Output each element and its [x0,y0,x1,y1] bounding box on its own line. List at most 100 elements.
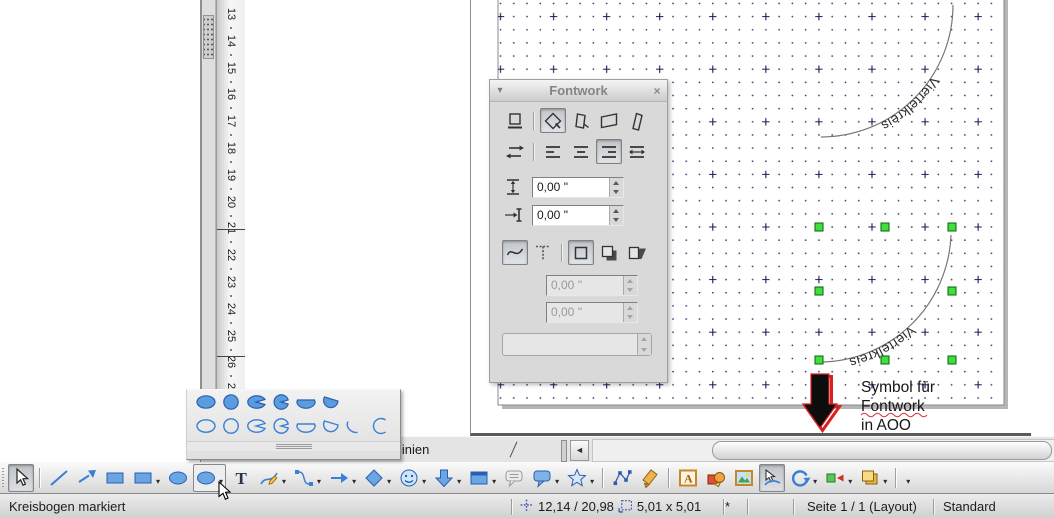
fontwork-orientation-button[interactable] [502,139,528,164]
dropdown-arrow-icon[interactable]: ▾ [590,477,594,486]
dropdown-arrow-icon[interactable]: ▾ [422,477,426,486]
selection-handle[interactable] [815,287,823,295]
curve-tool[interactable]: ▾ [256,464,289,492]
splitter-grip[interactable] [203,15,214,59]
dropdown-arrow-icon[interactable]: ▾ [387,477,391,486]
dropdown-arrow-icon[interactable]: ▾ [883,477,887,486]
rectangle-shapes-tool[interactable]: ▾ [130,464,163,492]
ruler-tick [230,375,232,377]
glue-points-tool[interactable] [637,464,663,492]
selection-handle[interactable] [948,223,956,231]
dropdown-arrow-icon[interactable]: ▾ [352,477,356,486]
selection-handle[interactable] [815,356,823,364]
horizontal-scrollbar-thumb[interactable] [712,441,1052,460]
overflow-tool[interactable]: ▾ [902,464,913,492]
fontwork-shadow-slant-button[interactable] [624,240,650,265]
circles-ovals-palette[interactable] [186,389,401,460]
fontwork-slant-vertical-button[interactable] [624,108,650,133]
selection-handle[interactable] [948,356,956,364]
dropdown-arrow-icon[interactable]: ▾ [282,477,286,486]
fontwork-align-left-button[interactable] [540,139,566,164]
fontwork-distance-input[interactable]: 0,00 " [532,177,624,198]
callout-tool[interactable] [501,464,527,492]
ellipse-unfilled-shape-button[interactable] [193,417,218,436]
fontwork-shadow-vertical-button[interactable] [596,240,622,265]
block-arrows-tool[interactable]: ▾ [431,464,464,492]
fontwork-panel-titlebar[interactable]: ▾ Fontwork × [490,80,667,102]
fontwork-off-button[interactable] [502,108,528,133]
line-tool[interactable] [46,464,72,492]
indent-spinner[interactable] [609,206,623,225]
dropdown-arrow-icon[interactable]: ▾ [457,477,461,486]
panel-collapse-icon[interactable]: ▾ [490,85,510,96]
fontwork-slant-horizontal-button[interactable] [596,108,622,133]
status-modified-flag: * [725,499,747,514]
status-page-style[interactable]: Standard [935,499,1054,514]
fontwork-indent-input[interactable]: 0,00 " [532,205,624,226]
circle-segment-shape-button[interactable] [318,393,343,412]
circle-pie-unfilled-shape-button[interactable] [268,417,293,436]
fontwork-autosize-button[interactable] [624,139,650,164]
status-page-info[interactable]: Seite 1 / 1 (Layout) [795,499,933,514]
tab-scroll-left-button[interactable]: ◄ [570,440,589,461]
extrusion-tool[interactable] [703,464,729,492]
line-arrow-end-tool[interactable] [74,464,100,492]
fontwork-shadow-off-button[interactable] [568,240,594,265]
selection-handle[interactable] [881,223,889,231]
fontwork-align-right-button[interactable] [596,139,622,164]
connector-tool[interactable]: ▾ [291,464,324,492]
circle-segment-unfilled-shape-button[interactable] [318,417,343,436]
distance-spinner[interactable] [609,178,623,197]
effects-tool[interactable] [759,464,785,492]
flowcharts-tool[interactable]: ▾ [466,464,499,492]
panel-close-icon[interactable]: × [647,84,667,98]
basic-shapes-tool[interactable]: ▾ [361,464,394,492]
arrange-tool[interactable]: ▾ [857,464,890,492]
fontwork-align-center-button[interactable] [568,139,594,164]
fontwork-upright-button[interactable] [568,108,594,133]
selection-handle[interactable] [881,356,889,364]
ellipse-tool[interactable] [165,464,191,492]
fontwork-contour-button[interactable] [502,240,528,265]
rectangle-tool[interactable] [102,464,128,492]
symbol-shapes-tool[interactable]: ▾ [396,464,429,492]
circle-arc-shape-button[interactable] [368,417,393,436]
callouts-tool[interactable]: ▾ [529,464,562,492]
edit-points-tool[interactable] [609,464,635,492]
dropdown-arrow-icon[interactable]: ▾ [906,477,910,486]
ellipse-pie-unfilled-shape-button[interactable] [243,417,268,436]
status-position-size[interactable]: 12,14 / 20,98 5,01 x 5,01 [513,498,723,516]
fontwork-panel[interactable]: ▾ Fontwork × 0,00 " [489,79,668,383]
stars-tool[interactable]: ▾ [564,464,597,492]
fontwork-text-contour-button[interactable] [530,240,556,265]
circle-unfilled-shape-button[interactable] [218,417,243,436]
ellipse-segment-unfilled-shape-button[interactable] [293,417,318,436]
dropdown-arrow-icon[interactable]: ▾ [317,477,321,486]
circle-shape-button[interactable] [218,393,243,412]
alignment-tool[interactable]: ▾ [822,464,855,492]
selection-handle[interactable] [948,287,956,295]
selection-handle[interactable] [815,223,823,231]
dropdown-arrow-icon[interactable]: ▾ [555,477,559,486]
palette-drag-handle[interactable] [187,441,400,451]
arc-shape-button[interactable] [343,417,368,436]
ellipse-shape-button[interactable] [193,393,218,412]
select-tool[interactable] [8,464,34,492]
rotate-tool[interactable]: ▾ [787,464,820,492]
ellipse-shapes-icon [195,467,217,489]
fontwork-rotate-button[interactable] [540,108,566,133]
dropdown-arrow-icon[interactable]: ▾ [848,477,852,486]
tab-scrollbar-splitter[interactable] [561,440,567,462]
ellipse-pie-shape-button[interactable] [243,393,268,412]
gallery-tool[interactable] [731,464,757,492]
annotation-text[interactable]: Symbol für Fontwork in AOO [861,379,935,433]
lines-arrows-tool[interactable]: ▾ [326,464,359,492]
horizontal-scrollbar[interactable] [592,439,1054,462]
fontwork-gallery-tool[interactable]: A [675,464,701,492]
dropdown-arrow-icon[interactable]: ▾ [156,477,160,486]
dropdown-arrow-icon[interactable]: ▾ [813,477,817,486]
dropdown-arrow-icon[interactable]: ▾ [492,477,496,486]
ellipse-segment-shape-button[interactable] [293,393,318,412]
toolbar-grip[interactable] [2,468,4,488]
circle-pie-shape-button[interactable] [268,393,293,412]
